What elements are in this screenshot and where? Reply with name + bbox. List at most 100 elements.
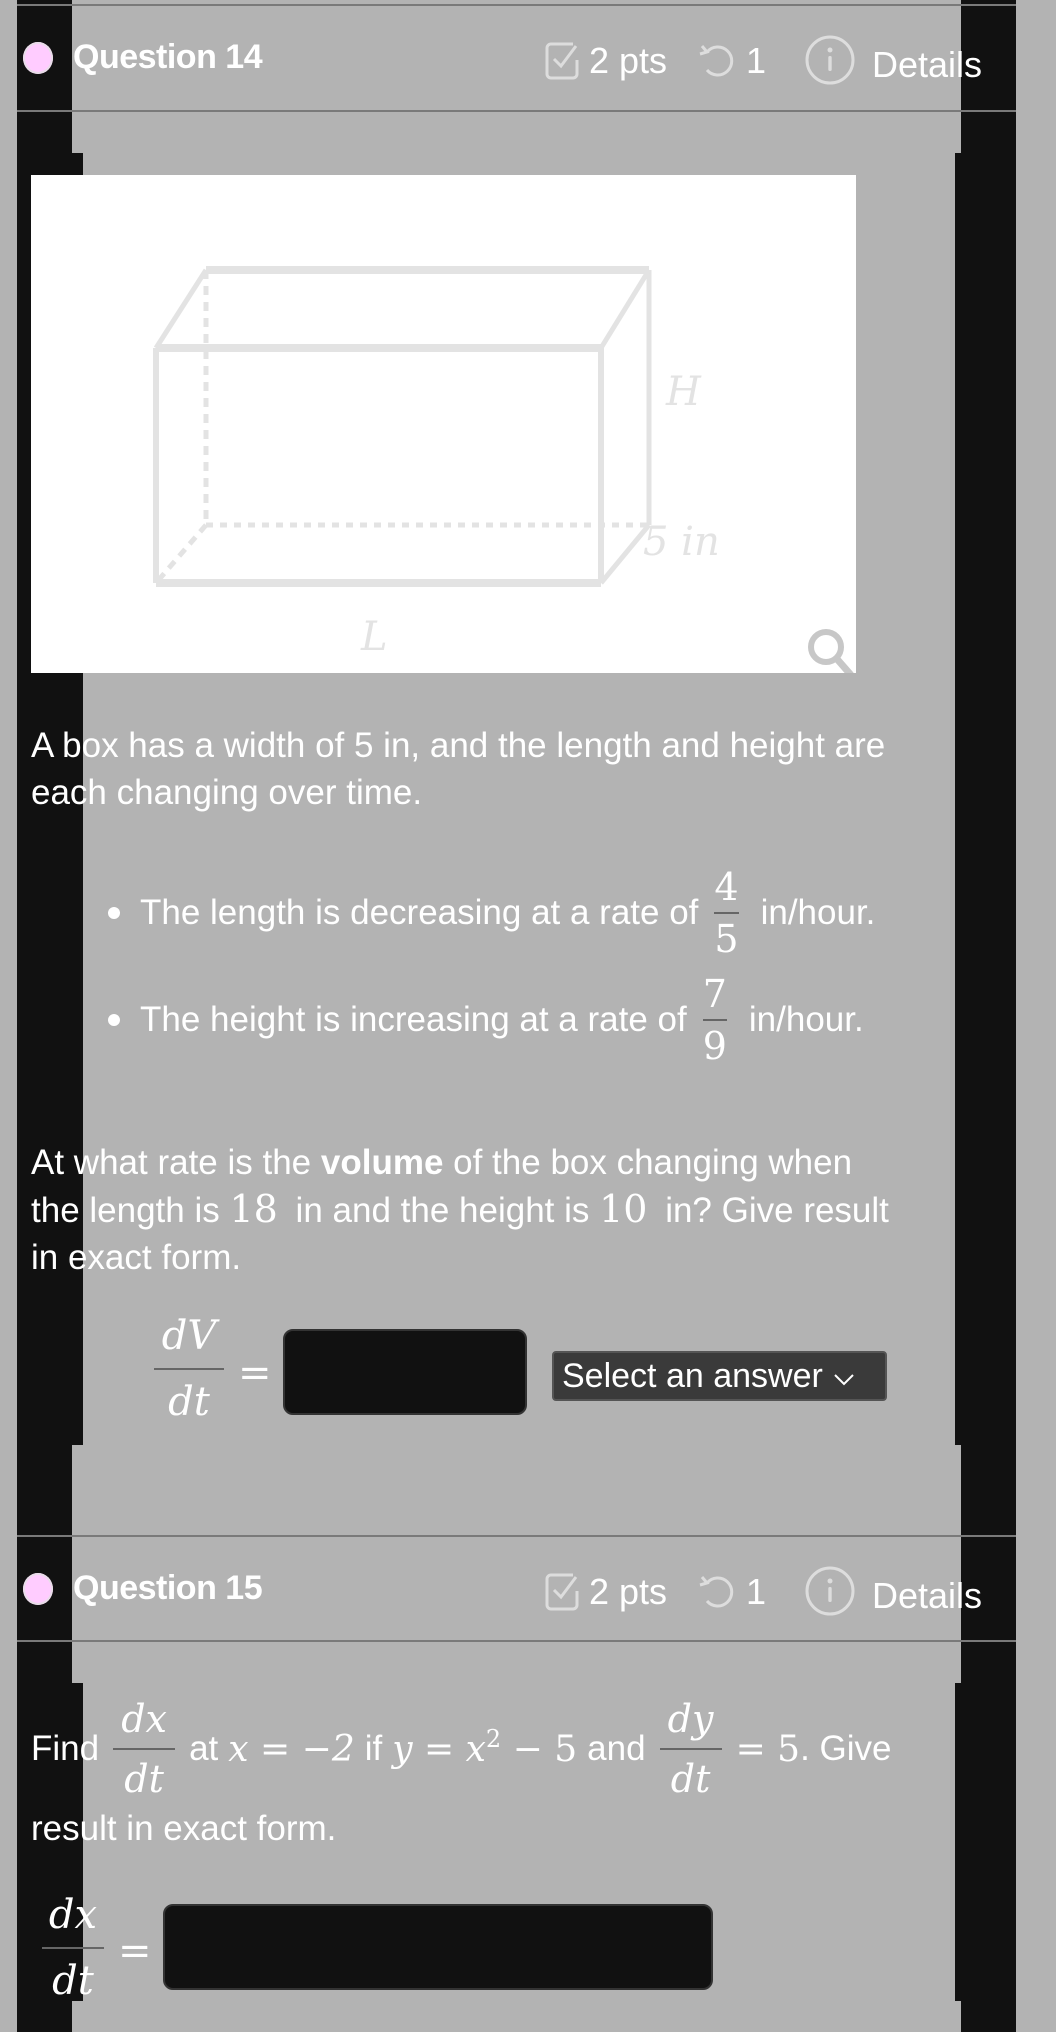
length-value: 18 [229,1187,278,1231]
fraction-bar [702,1019,727,1021]
unit-select[interactable]: Select an answer [552,1351,887,1401]
rate-fraction: 7 9 [702,972,727,1068]
question-title: Question 15 [73,1569,263,1607]
details-label: Details [872,44,983,85]
rate-fraction: 4 5 [714,865,739,961]
status-dot [23,42,53,74]
fraction-denominator: 5 [714,917,739,961]
fraction-denominator: 9 [702,1024,727,1068]
equals-sign: = [118,1928,152,1974]
attempts: 1 [698,1571,774,1613]
info-icon [804,34,856,86]
bullet-text: The height is increasing at a rate of [140,1000,687,1039]
dy-dt-fraction: dy dt [659,1697,722,1801]
fraction-denominator: dt [670,1757,711,1801]
magnifier-icon[interactable] [808,629,854,678]
box-bottom-right-edge [599,523,651,585]
text-segment: and [587,1729,646,1768]
answer-input[interactable] [163,1904,713,1990]
fraction-numerator: 7 [702,972,727,1016]
bullet-dot [108,907,120,919]
question-14-header: Question 14 2 pts 1 Details [0,6,1056,110]
fraction-numerator: dx [121,1697,167,1741]
fraction-bar [714,912,739,914]
fraction-numerator: dy [667,1697,714,1741]
status-dot [23,1573,53,1605]
answer-input[interactable] [283,1329,527,1415]
select-label: Select an answer [562,1356,823,1395]
bullet-unit: in/hour. [748,1000,864,1039]
box-hidden-depth-edge [154,523,208,585]
fraction-bar [113,1748,176,1750]
question-line-3: in exact form. [31,1238,242,1277]
retry-icon [698,1571,740,1613]
text-segment: Find [31,1729,100,1768]
bullet-text: The length is decreasing at a rate of [140,893,699,932]
question-line-2: the length is 18 in and the height is 10… [31,1186,1031,1234]
attempts: 1 [698,40,774,82]
question-15-header: Question 15 2 pts 1 Details [0,1537,1056,1641]
text-segment: of the box changing when [443,1143,853,1182]
q15-prompt-line-1: Find dx dt at x = −2 if y = x 2 − 5 and … [31,1700,892,1798]
y-equation: y = x [392,1728,486,1770]
bullet-length-rate: The length is decreasing at a rate of 4 … [108,868,875,958]
text-segment: At what rate is the [31,1143,321,1182]
height-value: 10 [599,1187,648,1231]
box-diagram: H 5 in L [31,175,856,678]
label-height: H [665,369,702,415]
frame-right-content-2 [955,1683,1016,2001]
fraction-bar [42,1947,104,1949]
points-label: 2 pts [589,40,668,81]
dy-dt-value: = 5 [735,1728,801,1770]
chevron-down-icon [833,1357,855,1396]
dx-dt-answer-fraction: dx dt [42,1895,104,2001]
emphasis-volume: volume [320,1143,444,1182]
question-title: Question 14 [73,38,263,76]
x-condition: x = −2 [228,1728,355,1770]
checkbox-icon [543,1571,583,1613]
dx-dt-fraction: dx dt [113,1697,176,1801]
bullet-unit: in/hour. [760,893,876,932]
attempts-count: 1 [746,40,767,81]
intro-line-2: each changing over time. [31,773,423,812]
exponent: 2 [485,1725,502,1753]
points-label: 2 pts [589,1571,668,1612]
attempts-count: 1 [746,1571,767,1612]
fraction-numerator: dV [161,1313,217,1359]
checkbox-icon [543,40,583,82]
details-label: Details [872,1575,983,1616]
text-segment: in and the height is [285,1191,600,1230]
bullet-dot [108,1014,120,1026]
fraction-numerator: dx [48,1892,98,1938]
question-line-1: At what rate is the volume of the box ch… [31,1139,1031,1186]
question-text: At what rate is the volume of the box ch… [31,1139,1031,1281]
text-segment: in? Give result [655,1191,889,1230]
intro-line-1: A box has a width of 5 in, and the lengt… [31,726,886,765]
points: 2 pts [543,40,675,82]
equals-sign: = [238,1350,272,1396]
details-link[interactable]: Details [804,1565,990,1617]
fraction-denominator: dt [52,1958,94,2004]
bullet-height-rate: The height is increasing at a rate of 7 … [108,975,864,1065]
text-segment: . Give [800,1729,892,1768]
fraction-numerator: 4 [714,865,739,909]
text-segment: the length is [31,1191,230,1230]
details-link[interactable]: Details [804,34,990,86]
box-drawing: H 5 in L [153,266,854,678]
text-segment: at [189,1729,219,1768]
dv-dt-fraction: dV dt [154,1316,224,1422]
box-top-right-edge [598,268,652,350]
label-length: L [360,614,388,660]
intro-text: A box has a width of 5 in, and the lengt… [31,722,1031,816]
points: 2 pts [543,1571,675,1613]
fraction-denominator: dt [168,1379,210,1425]
y-equation-tail: − 5 [501,1728,578,1770]
q15-prompt-line-2: result in exact form. [31,1809,337,1848]
box-top-left-edge [153,268,209,350]
divider [17,110,1016,112]
fraction-bar [659,1748,722,1750]
fraction-bar [154,1368,224,1370]
fraction-denominator: dt [124,1757,164,1801]
text-segment: if [364,1729,383,1768]
retry-icon [698,40,740,82]
